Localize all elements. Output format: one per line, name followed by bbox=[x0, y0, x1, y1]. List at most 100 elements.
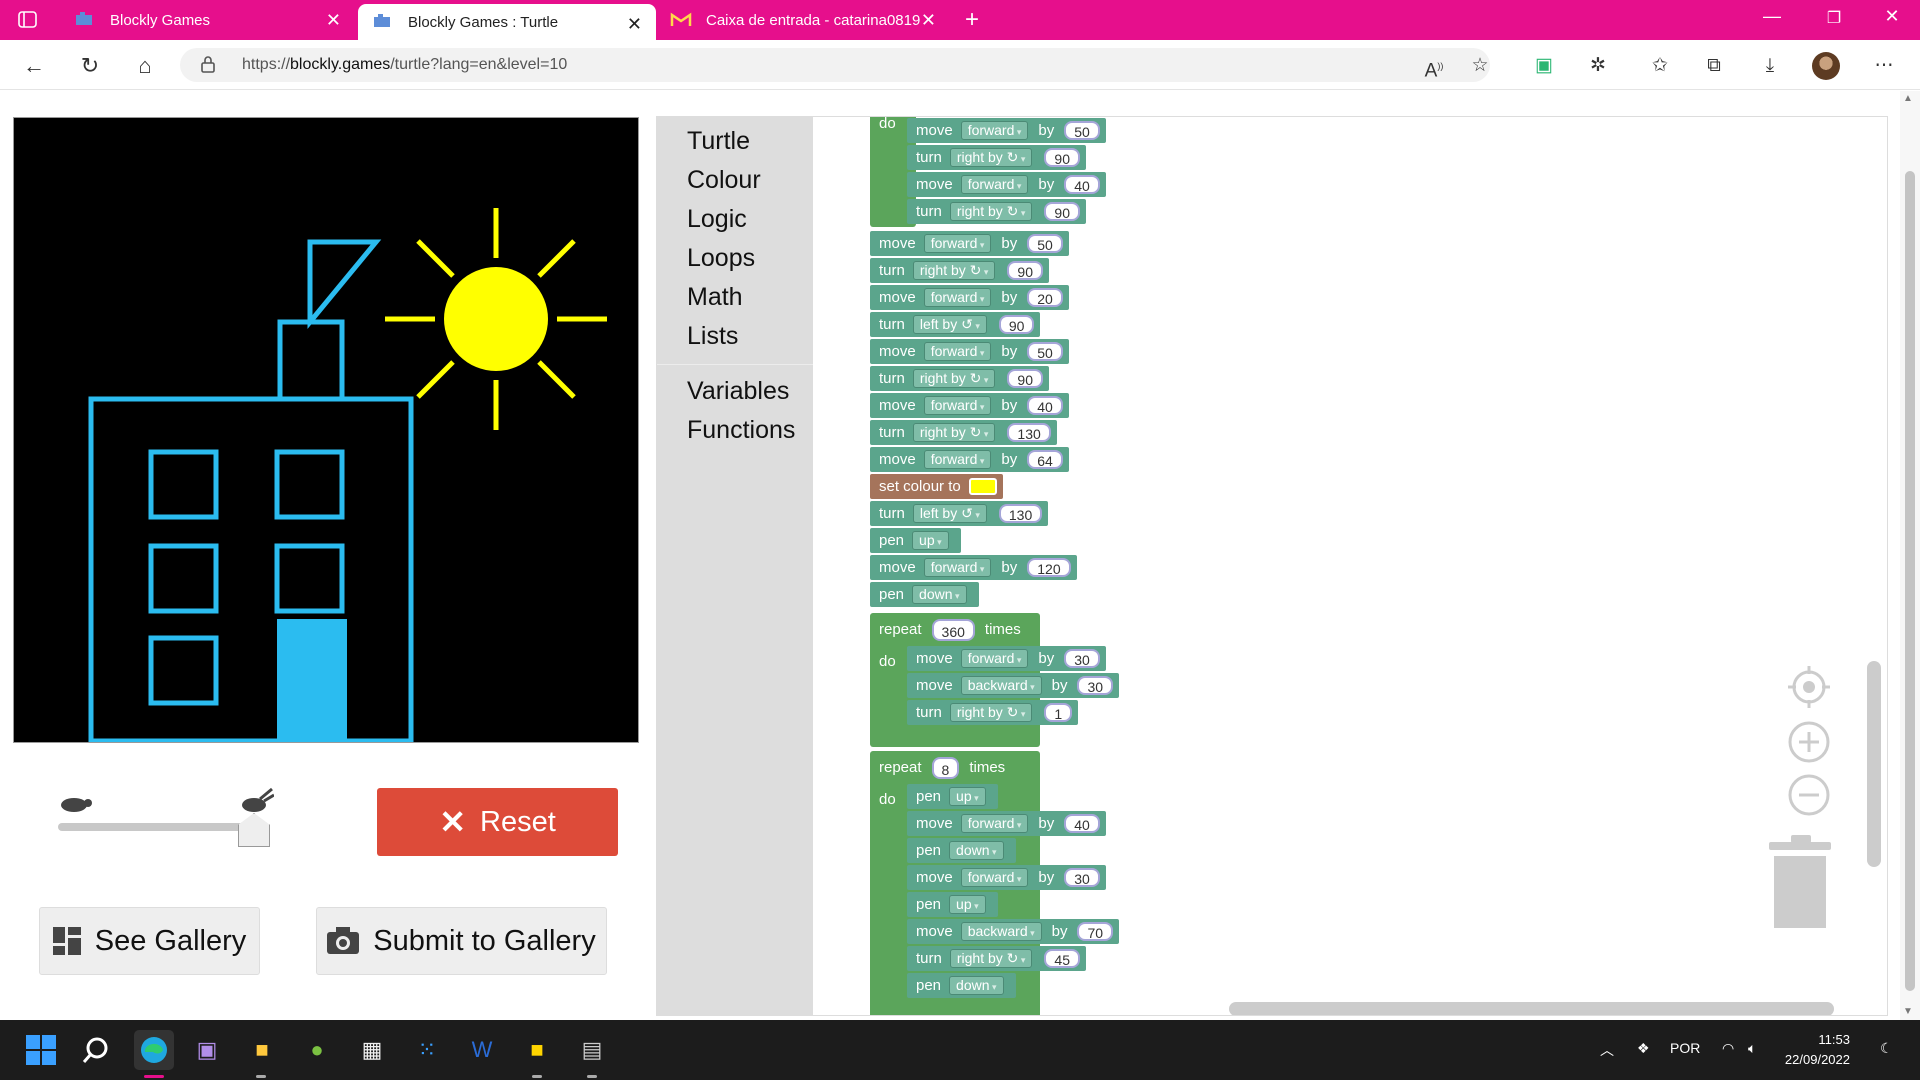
language-indicator[interactable]: POR bbox=[1670, 1040, 1700, 1056]
blockly-workspace[interactable]: Turtle Colour Logic Loops Math Lists Var… bbox=[656, 116, 1888, 1016]
close-tab-icon[interactable]: ✕ bbox=[627, 14, 642, 34]
pen-block[interactable]: pen up bbox=[870, 528, 961, 553]
speed-slider[interactable] bbox=[58, 787, 278, 851]
notifications-icon[interactable]: ☾ bbox=[1880, 1040, 1893, 1057]
network-app-icon[interactable]: ⁙ bbox=[410, 1033, 444, 1067]
direction-dropdown[interactable]: down bbox=[949, 841, 1004, 860]
category-logic[interactable]: Logic bbox=[687, 205, 747, 234]
see-gallery-button[interactable]: See Gallery bbox=[39, 907, 260, 975]
speed-track[interactable] bbox=[58, 823, 258, 831]
close-tab-icon[interactable]: ✕ bbox=[921, 10, 936, 30]
category-lists[interactable]: Lists bbox=[687, 322, 738, 351]
repeat-count-input[interactable]: 360 bbox=[931, 618, 975, 641]
turn-block[interactable]: turn right by ↻ 90 bbox=[907, 145, 1086, 170]
colour-swatch[interactable] bbox=[968, 478, 997, 495]
speed-knob[interactable] bbox=[238, 813, 270, 847]
new-tab-icon[interactable]: + bbox=[965, 0, 979, 40]
close-tab-icon[interactable]: ✕ bbox=[326, 10, 341, 30]
move-block[interactable]: move forward by 120 bbox=[870, 555, 1077, 580]
number-input[interactable]: 40 bbox=[1027, 396, 1063, 415]
pen-block[interactable]: pen up bbox=[907, 892, 998, 917]
downloads-icon[interactable]: ⤓ bbox=[1758, 54, 1782, 78]
move-block[interactable]: move backward by 30 bbox=[907, 673, 1120, 698]
scroll-down-icon[interactable]: ▼ bbox=[1903, 1006, 1913, 1017]
direction-dropdown[interactable]: down bbox=[949, 976, 1004, 995]
direction-dropdown[interactable]: forward bbox=[923, 288, 992, 307]
home-icon[interactable]: ⌂ bbox=[131, 52, 159, 80]
turn-block[interactable]: turn right by ↻ 130 bbox=[870, 420, 1057, 445]
workspace-hscrollbar[interactable] bbox=[1229, 1002, 1834, 1015]
zoom-out-icon[interactable] bbox=[1786, 772, 1832, 818]
number-input[interactable]: 20 bbox=[1027, 288, 1063, 307]
edge-browser-icon[interactable] bbox=[134, 1030, 174, 1070]
number-input[interactable]: 50 bbox=[1027, 342, 1063, 361]
direction-dropdown[interactable]: forward bbox=[960, 868, 1029, 887]
direction-dropdown[interactable]: forward bbox=[960, 649, 1029, 668]
word-icon[interactable]: W bbox=[465, 1033, 499, 1067]
direction-dropdown[interactable]: up bbox=[949, 787, 986, 806]
move-block[interactable]: move forward by 40 bbox=[870, 393, 1069, 418]
number-input[interactable]: 130 bbox=[998, 504, 1043, 523]
extensions-icon[interactable]: ✲ bbox=[1586, 54, 1610, 78]
more-options-icon[interactable]: ⋯ bbox=[1872, 54, 1896, 78]
tab-blockly-turtle[interactable]: Blockly Games : Turtle ✕ bbox=[358, 4, 656, 40]
direction-dropdown[interactable]: forward bbox=[960, 121, 1029, 140]
turn-block[interactable]: turn left by ↺ 90 bbox=[870, 312, 1041, 337]
number-input[interactable]: 90 bbox=[1007, 261, 1043, 280]
number-input[interactable]: 30 bbox=[1064, 649, 1100, 668]
move-block[interactable]: move forward by 30 bbox=[907, 646, 1106, 671]
page-scroll-thumb[interactable] bbox=[1905, 171, 1915, 991]
address-bar[interactable]: https://blockly.games/turtle?lang=en&lev… bbox=[180, 48, 1490, 82]
direction-dropdown[interactable]: right by ↻ bbox=[949, 949, 1033, 968]
move-block[interactable]: move forward by 50 bbox=[907, 118, 1106, 143]
turn-block[interactable]: turn left by ↺ 130 bbox=[870, 501, 1049, 526]
move-block[interactable]: move forward by 50 bbox=[870, 231, 1069, 256]
number-input[interactable]: 30 bbox=[1077, 676, 1114, 695]
trash-icon[interactable] bbox=[1765, 834, 1835, 932]
category-variables[interactable]: Variables bbox=[687, 377, 789, 406]
direction-dropdown[interactable]: forward bbox=[923, 558, 992, 577]
category-functions[interactable]: Functions bbox=[687, 416, 795, 445]
number-input[interactable]: 90 bbox=[1044, 202, 1080, 221]
number-input[interactable]: 120 bbox=[1027, 558, 1071, 577]
number-input[interactable]: 45 bbox=[1044, 949, 1080, 968]
turn-block[interactable]: turn right by ↻ 90 bbox=[907, 199, 1086, 224]
number-input[interactable]: 40 bbox=[1064, 175, 1100, 194]
sticky-notes-icon[interactable]: ■ bbox=[520, 1033, 554, 1067]
turn-block[interactable]: turn right by ↻ 1 bbox=[907, 700, 1079, 725]
tab-mail[interactable]: Caixa de entrada - catarina0819 ✕ bbox=[664, 0, 950, 40]
recenter-icon[interactable] bbox=[1786, 664, 1832, 710]
category-colour[interactable]: Colour bbox=[687, 166, 761, 195]
direction-dropdown[interactable]: forward bbox=[960, 814, 1029, 833]
direction-dropdown[interactable]: backward bbox=[960, 922, 1042, 941]
store-icon[interactable]: ▦ bbox=[355, 1033, 389, 1067]
refresh-icon[interactable]: ↻ bbox=[76, 52, 104, 80]
repeat-count-input[interactable]: 8 bbox=[931, 756, 960, 779]
direction-dropdown[interactable]: left by ↺ bbox=[912, 315, 987, 334]
tab-actions-icon[interactable] bbox=[18, 0, 42, 40]
direction-dropdown[interactable]: up bbox=[949, 895, 986, 914]
direction-dropdown[interactable]: down bbox=[912, 585, 967, 604]
direction-dropdown[interactable]: forward bbox=[923, 396, 992, 415]
turn-block[interactable]: turn right by ↻ 45 bbox=[907, 946, 1086, 971]
minimize-icon[interactable]: — bbox=[1752, 6, 1792, 27]
submit-gallery-button[interactable]: Submit to Gallery bbox=[316, 907, 607, 975]
set-colour-block[interactable]: set colour to bbox=[870, 474, 1003, 499]
number-input[interactable]: 50 bbox=[1064, 121, 1100, 140]
direction-dropdown[interactable]: up bbox=[912, 531, 949, 550]
category-math[interactable]: Math bbox=[687, 283, 743, 312]
direction-dropdown[interactable]: right by ↻ bbox=[949, 148, 1033, 167]
calculator-icon[interactable]: ▤ bbox=[575, 1033, 609, 1067]
tab-blockly-games[interactable]: Blockly Games ✕ bbox=[70, 0, 355, 40]
extension-green-icon[interactable]: ▣ bbox=[1532, 54, 1556, 78]
move-block[interactable]: move forward by 64 bbox=[870, 447, 1069, 472]
windows-start-icon[interactable] bbox=[24, 1033, 58, 1067]
number-input[interactable]: 90 bbox=[1007, 369, 1043, 388]
dropbox-icon[interactable]: ❖ bbox=[1637, 1040, 1650, 1057]
number-input[interactable]: 1 bbox=[1044, 703, 1073, 722]
number-input[interactable]: 30 bbox=[1064, 868, 1100, 887]
file-explorer-icon[interactable]: ■ bbox=[245, 1033, 279, 1067]
move-block[interactable]: move forward by 40 bbox=[907, 811, 1106, 836]
number-input[interactable]: 130 bbox=[1007, 423, 1051, 442]
direction-dropdown[interactable]: right by ↻ bbox=[949, 703, 1033, 722]
